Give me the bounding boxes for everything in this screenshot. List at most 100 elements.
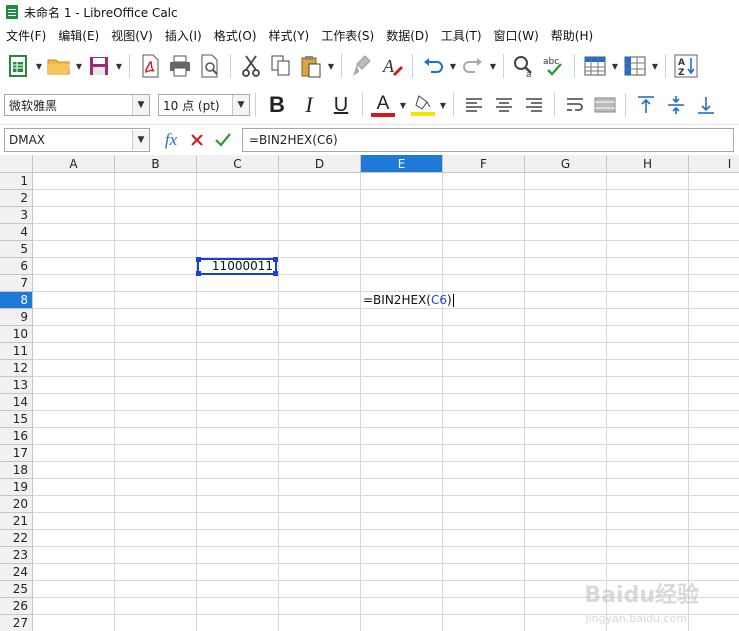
- select-all-corner[interactable]: [0, 155, 33, 173]
- row-header-1[interactable]: 1: [0, 173, 33, 190]
- row-header-8[interactable]: 8: [0, 292, 33, 309]
- undo-icon[interactable]: [420, 53, 446, 79]
- reference-handle[interactable]: [196, 257, 201, 262]
- row-header-25[interactable]: 25: [0, 581, 33, 598]
- highlight-color-chevron-icon[interactable]: ▼: [438, 92, 448, 118]
- export-pdf-icon[interactable]: [137, 53, 163, 79]
- paste-icon[interactable]: [298, 53, 324, 79]
- row-header-3[interactable]: 3: [0, 207, 33, 224]
- reference-handle[interactable]: [273, 257, 278, 262]
- reference-handle[interactable]: [196, 271, 201, 276]
- menu-data[interactable]: 数据(D): [380, 27, 435, 44]
- menu-view[interactable]: 视图(V): [105, 27, 159, 44]
- clone-formatting-icon[interactable]: [349, 53, 375, 79]
- row-header-11[interactable]: 11: [0, 343, 33, 360]
- row-header-10[interactable]: 10: [0, 326, 33, 343]
- row-header-9[interactable]: 9: [0, 309, 33, 326]
- cut-icon[interactable]: [238, 53, 264, 79]
- menu-format[interactable]: 格式(O): [208, 27, 263, 44]
- align-right-icon[interactable]: [521, 92, 547, 118]
- save-dropdown-chevron-icon[interactable]: ▼: [114, 53, 124, 79]
- cancel-icon[interactable]: [186, 129, 208, 151]
- open-folder-icon[interactable]: [46, 53, 72, 79]
- column-header-i[interactable]: I: [689, 155, 739, 173]
- row-header-2[interactable]: 2: [0, 190, 33, 207]
- column-header-d[interactable]: D: [279, 155, 361, 173]
- column-header-f[interactable]: F: [443, 155, 525, 173]
- row-header-15[interactable]: 15: [0, 411, 33, 428]
- row-header-24[interactable]: 24: [0, 564, 33, 581]
- print-icon[interactable]: [167, 53, 193, 79]
- column-header-e[interactable]: E: [361, 155, 443, 173]
- menu-insert[interactable]: 插入(I): [159, 27, 208, 44]
- underline-button[interactable]: U: [328, 92, 354, 118]
- name-box-chevron-icon[interactable]: ▼: [132, 130, 149, 150]
- redo-dropdown-chevron-icon[interactable]: ▼: [488, 53, 498, 79]
- formula-input[interactable]: =BIN2HEX(C6): [242, 128, 734, 152]
- center-vertically-icon[interactable]: [663, 92, 689, 118]
- column-header-b[interactable]: B: [115, 155, 197, 173]
- reference-handle[interactable]: [273, 271, 278, 276]
- font-color-button[interactable]: A: [370, 92, 396, 118]
- cell-e8-editing[interactable]: =BIN2HEX(C6): [361, 292, 454, 309]
- align-top-icon[interactable]: [633, 92, 659, 118]
- font-name-chevron-icon[interactable]: ▼: [132, 95, 149, 115]
- copy-icon[interactable]: [268, 53, 294, 79]
- paste-dropdown-chevron-icon[interactable]: ▼: [326, 53, 336, 79]
- find-replace-icon[interactable]: a: [511, 53, 537, 79]
- column-header-g[interactable]: G: [525, 155, 607, 173]
- column-header-c[interactable]: C: [197, 155, 279, 173]
- highlight-color-button[interactable]: [410, 92, 436, 118]
- italic-button[interactable]: I: [296, 92, 322, 118]
- undo-dropdown-chevron-icon[interactable]: ▼: [448, 53, 458, 79]
- row-header-21[interactable]: 21: [0, 513, 33, 530]
- row-header-4[interactable]: 4: [0, 224, 33, 241]
- function-wizard-icon[interactable]: fx: [160, 129, 182, 151]
- accept-icon[interactable]: [212, 129, 234, 151]
- row-header-22[interactable]: 22: [0, 530, 33, 547]
- align-bottom-icon[interactable]: [693, 92, 719, 118]
- menu-styles[interactable]: 样式(Y): [263, 27, 316, 44]
- align-left-icon[interactable]: [461, 92, 487, 118]
- wrap-text-icon[interactable]: [562, 92, 588, 118]
- menu-help[interactable]: 帮助(H): [545, 27, 599, 44]
- row-icon[interactable]: [582, 53, 608, 79]
- font-name-box[interactable]: 微软雅黑 ▼: [4, 94, 150, 116]
- spelling-icon[interactable]: abc: [541, 53, 567, 79]
- row-header-17[interactable]: 17: [0, 445, 33, 462]
- menu-file[interactable]: 文件(F): [0, 27, 52, 44]
- column-dropdown-chevron-icon[interactable]: ▼: [650, 53, 660, 79]
- spreadsheet-grid[interactable]: ABCDEFGHI 1 2 3 4 5 6 7 8 9 10 11 12 13 14 15 16 17 18 19 2…: [0, 155, 739, 631]
- row-header-18[interactable]: 18: [0, 462, 33, 479]
- sort-icon[interactable]: AZ: [673, 53, 699, 79]
- row-header-16[interactable]: 16: [0, 428, 33, 445]
- row-header-5[interactable]: 5: [0, 241, 33, 258]
- menu-sheet[interactable]: 工作表(S): [315, 27, 380, 44]
- redo-icon[interactable]: [460, 53, 486, 79]
- row-header-26[interactable]: 26: [0, 598, 33, 615]
- merge-cells-icon[interactable]: [592, 92, 618, 118]
- menu-window[interactable]: 窗口(W): [488, 27, 545, 44]
- row-header-13[interactable]: 13: [0, 377, 33, 394]
- column-header-h[interactable]: H: [607, 155, 689, 173]
- column-icon[interactable]: [622, 53, 648, 79]
- print-preview-icon[interactable]: [197, 53, 223, 79]
- row-header-7[interactable]: 7: [0, 275, 33, 292]
- name-box[interactable]: DMAX ▼: [4, 128, 150, 152]
- font-color-chevron-icon[interactable]: ▼: [398, 92, 408, 118]
- bold-button[interactable]: B: [264, 92, 290, 118]
- cell-area[interactable]: [33, 173, 739, 631]
- row-header-19[interactable]: 19: [0, 479, 33, 496]
- menu-edit[interactable]: 编辑(E): [52, 27, 105, 44]
- new-spreadsheet-icon[interactable]: [6, 53, 32, 79]
- save-icon[interactable]: [86, 53, 112, 79]
- menu-tools[interactable]: 工具(T): [435, 27, 488, 44]
- row-header-14[interactable]: 14: [0, 394, 33, 411]
- font-size-chevron-icon[interactable]: ▼: [232, 95, 249, 115]
- row-header-27[interactable]: 27: [0, 615, 33, 631]
- font-size-box[interactable]: 10 点 (pt) ▼: [158, 94, 250, 116]
- row-header-12[interactable]: 12: [0, 360, 33, 377]
- align-center-icon[interactable]: [491, 92, 517, 118]
- clear-formatting-icon[interactable]: A: [379, 53, 405, 79]
- new-dropdown-chevron-icon[interactable]: ▼: [34, 53, 44, 79]
